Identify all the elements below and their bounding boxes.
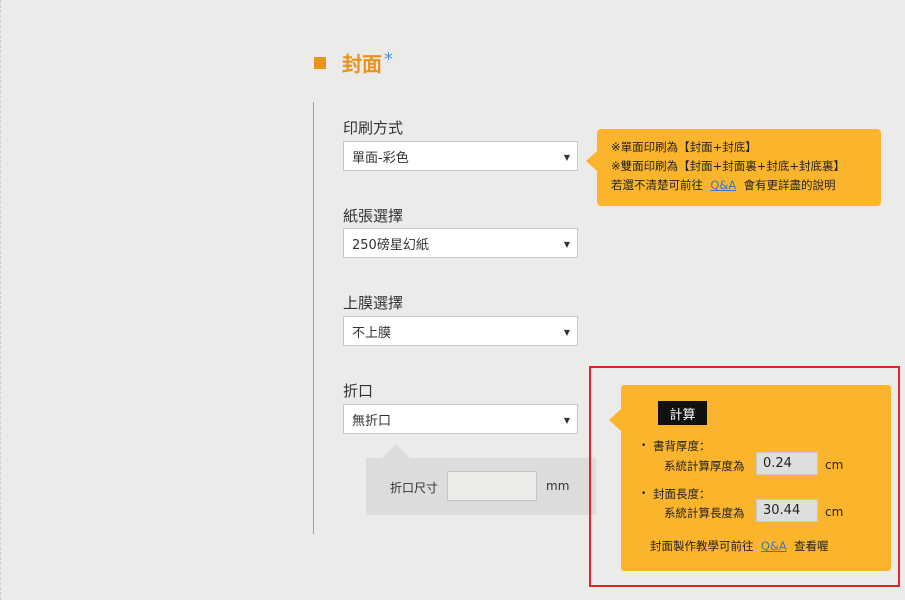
section-title-text: 封面 bbox=[342, 52, 382, 76]
lamination-label: 上膜選擇 bbox=[343, 294, 404, 312]
fold-size-label: 折口尺寸 bbox=[390, 481, 439, 495]
calc-footer-prefix: 封面製作教學可前往 bbox=[650, 539, 754, 553]
bullet-icon: • bbox=[641, 441, 647, 451]
lamination-select[interactable]: 不上膜 ▼ bbox=[343, 316, 578, 346]
calc-footer: 封面製作教學可前往 Q&A 查看喔 bbox=[650, 538, 829, 554]
tip-line-3-prefix: 若還不清楚可前往 bbox=[611, 178, 703, 192]
fold-label: 折口 bbox=[343, 382, 374, 400]
calc-qa-link[interactable]: Q&A bbox=[761, 539, 787, 553]
spine-heading: 書背厚度： bbox=[653, 439, 711, 453]
paper-select[interactable]: 250磅星幻紙 ▼ bbox=[343, 228, 578, 258]
paper-label: 紙張選擇 bbox=[343, 207, 404, 225]
cover-length-value: 30.44 bbox=[756, 499, 818, 522]
cover-heading: 封面長度： bbox=[653, 487, 711, 501]
print-method-select[interactable]: 單面-彩色 ▼ bbox=[343, 141, 578, 171]
tip-line-3-suffix: 會有更詳盡的說明 bbox=[743, 178, 836, 192]
section-divider-line bbox=[313, 102, 314, 534]
tip-line-3: 若還不清楚可前往 Q&A 會有更詳盡的說明 bbox=[611, 176, 881, 195]
page-left-border bbox=[0, 0, 1, 600]
cover-unit: cm bbox=[825, 505, 844, 519]
calc-footer-suffix: 查看喔 bbox=[794, 539, 829, 553]
tip-qa-link[interactable]: Q&A bbox=[710, 178, 736, 192]
spine-unit: cm bbox=[825, 458, 844, 472]
required-mark: * bbox=[384, 49, 393, 70]
tip-line-2: ※雙面印刷為【封面+封面裏+封底+封底裏】 bbox=[611, 159, 846, 173]
fold-size-input[interactable] bbox=[447, 471, 537, 501]
calculate-button[interactable]: 計算 bbox=[658, 401, 707, 425]
title-square-icon bbox=[314, 56, 326, 69]
chevron-down-icon: ▼ bbox=[563, 328, 570, 337]
tip-line-1: ※單面印刷為【封面+封底】 bbox=[611, 140, 757, 154]
spine-thickness-value: 0.24 bbox=[756, 452, 818, 475]
fold-select[interactable]: 無折口 ▼ bbox=[343, 404, 578, 434]
bullet-icon: • bbox=[641, 489, 647, 499]
lamination-value: 不上膜 bbox=[352, 325, 392, 341]
chevron-down-icon: ▼ bbox=[563, 240, 570, 249]
cover-desc: 系統計算長度為 bbox=[664, 506, 745, 520]
spine-desc: 系統計算厚度為 bbox=[664, 459, 745, 473]
calc-panel: 計算 • 書背厚度： 系統計算厚度為 0.24 cm • 封面長度： 系統計算長… bbox=[609, 385, 891, 571]
print-method-tip: ※單面印刷為【封面+封底】 ※雙面印刷為【封面+封面裏+封底+封底裏】 若還不清… bbox=[586, 129, 881, 206]
print-method-value: 單面-彩色 bbox=[352, 150, 409, 166]
paper-value: 250磅星幻紙 bbox=[352, 237, 429, 253]
fold-value: 無折口 bbox=[352, 413, 392, 429]
print-method-label: 印刷方式 bbox=[343, 119, 404, 137]
fold-size-panel: 折口尺寸 mm bbox=[366, 444, 596, 515]
fold-size-unit: mm bbox=[546, 479, 570, 493]
section-title: 封面 * bbox=[314, 48, 393, 77]
chevron-down-icon: ▼ bbox=[563, 416, 570, 425]
chevron-down-icon: ▼ bbox=[563, 153, 570, 162]
